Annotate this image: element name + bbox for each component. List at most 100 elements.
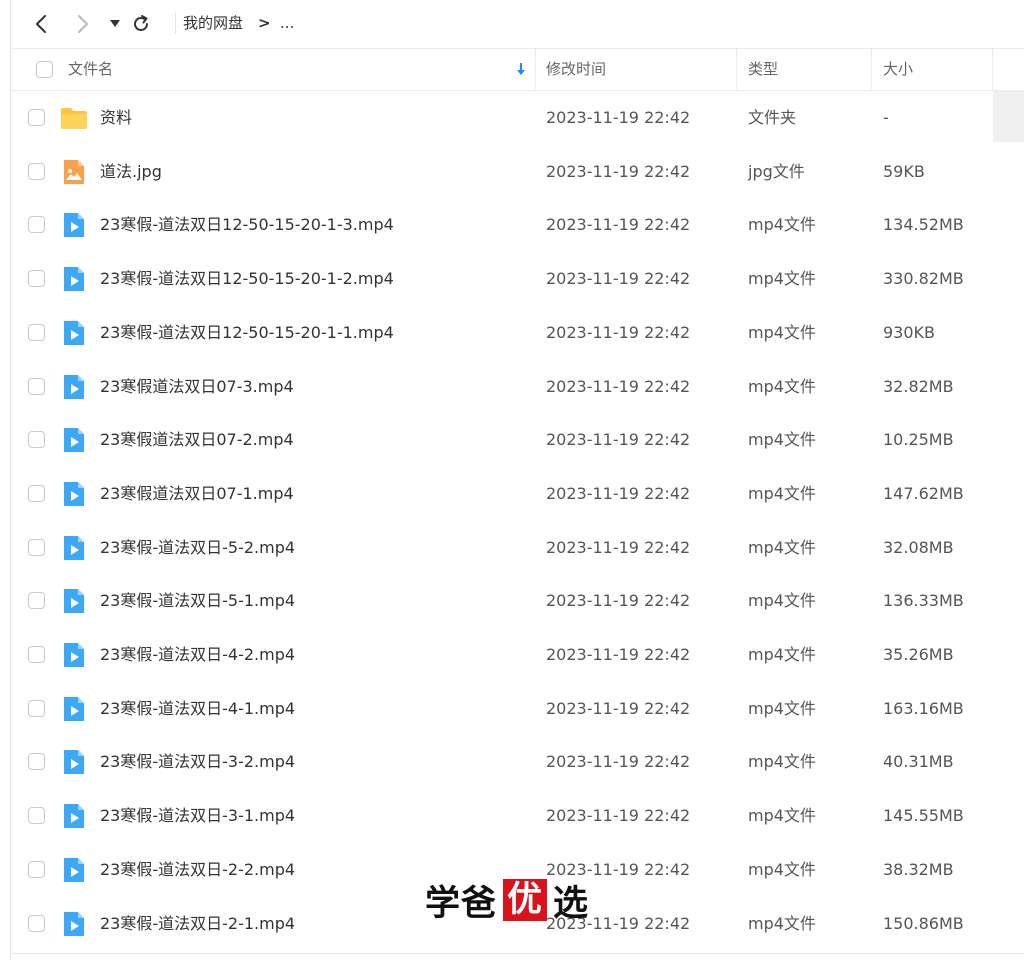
file-row[interactable]: 23寒假-道法双日-5-2.mp4 2023-11-19 22:42 mp4文件… bbox=[11, 521, 1024, 575]
row-checkbox[interactable] bbox=[28, 431, 45, 449]
file-row[interactable]: 23寒假-道法双日12-50-15-20-1-1.mp4 2023-11-19 … bbox=[11, 306, 1024, 360]
file-modified-time: 2023-11-19 22:42 bbox=[546, 537, 691, 557]
caret-down-icon bbox=[110, 20, 120, 27]
video-icon bbox=[60, 695, 88, 723]
file-row[interactable]: 23寒假-道法双日-3-2.mp4 2023-11-19 22:42 mp4文件… bbox=[11, 735, 1024, 789]
watermark-text-highlight: 优 bbox=[503, 879, 548, 921]
row-checkbox[interactable] bbox=[28, 162, 45, 180]
folder-icon bbox=[60, 104, 88, 132]
toolbar-divider bbox=[175, 12, 176, 34]
breadcrumb-more[interactable]: ... bbox=[280, 13, 294, 33]
file-row[interactable]: 23寒假道法双日07-1.mp4 2023-11-19 22:42 mp4文件 … bbox=[11, 467, 1024, 521]
file-row[interactable]: 23寒假-道法双日-5-1.mp4 2023-11-19 22:42 mp4文件… bbox=[11, 574, 1024, 628]
row-checkbox[interactable] bbox=[28, 270, 45, 288]
file-row[interactable]: 23寒假-道法双日12-50-15-20-1-3.mp4 2023-11-19 … bbox=[11, 198, 1024, 252]
row-checkbox[interactable] bbox=[28, 914, 45, 932]
file-modified-time: 2023-11-19 22:42 bbox=[546, 806, 691, 826]
file-modified-time: 2023-11-19 22:42 bbox=[546, 215, 691, 235]
file-size: 134.52MB bbox=[883, 215, 964, 235]
file-name[interactable]: 资料 bbox=[100, 91, 132, 145]
forward-button[interactable] bbox=[71, 12, 95, 36]
image-icon bbox=[60, 158, 88, 186]
column-divider[interactable] bbox=[736, 49, 737, 90]
file-name[interactable]: 道法.jpg bbox=[100, 145, 162, 199]
file-size: 32.08MB bbox=[883, 537, 954, 557]
file-modified-time: 2023-11-19 22:42 bbox=[546, 376, 691, 396]
row-checkbox[interactable] bbox=[28, 377, 45, 395]
file-type: mp4文件 bbox=[748, 806, 816, 826]
file-name[interactable]: 23寒假-道法双日-3-2.mp4 bbox=[100, 735, 295, 789]
row-checkbox[interactable] bbox=[28, 538, 45, 556]
select-all-checkbox[interactable] bbox=[36, 61, 53, 78]
file-row[interactable]: 23寒假-道法双日-3-1.mp4 2023-11-19 22:42 mp4文件… bbox=[11, 789, 1024, 843]
column-header-size[interactable]: 大小 bbox=[883, 49, 913, 90]
file-name[interactable]: 23寒假道法双日07-1.mp4 bbox=[100, 467, 294, 521]
file-row[interactable]: 23寒假道法双日07-2.mp4 2023-11-19 22:42 mp4文件 … bbox=[11, 413, 1024, 467]
row-checkbox[interactable] bbox=[28, 699, 45, 717]
video-icon bbox=[60, 373, 88, 401]
row-checkbox[interactable] bbox=[28, 807, 45, 825]
file-row[interactable]: 23寒假-道法双日12-50-15-20-1-2.mp4 2023-11-19 … bbox=[11, 252, 1024, 306]
file-size: 930KB bbox=[883, 322, 936, 342]
file-name[interactable]: 23寒假-道法双日12-50-15-20-1-2.mp4 bbox=[100, 252, 394, 306]
column-header-modified[interactable]: 修改时间 bbox=[546, 49, 606, 90]
file-type: 文件夹 bbox=[748, 108, 797, 127]
row-checkbox[interactable] bbox=[28, 753, 45, 771]
row-checkbox[interactable] bbox=[28, 592, 45, 610]
watermark-text-1: 学爸 bbox=[425, 883, 498, 924]
file-name[interactable]: 23寒假-道法双日-3-1.mp4 bbox=[100, 789, 295, 843]
file-name[interactable]: 23寒假道法双日07-2.mp4 bbox=[100, 413, 294, 467]
history-dropdown-button[interactable] bbox=[103, 12, 127, 36]
file-size: 150.86MB bbox=[883, 913, 964, 933]
column-divider[interactable] bbox=[992, 49, 993, 90]
back-button[interactable] bbox=[29, 12, 53, 36]
row-checkbox[interactable] bbox=[28, 860, 45, 878]
file-row[interactable]: 23寒假-道法双日-4-2.mp4 2023-11-19 22:42 mp4文件… bbox=[11, 628, 1024, 682]
row-checkbox[interactable] bbox=[28, 484, 45, 502]
chevron-left-icon bbox=[36, 15, 46, 33]
file-name[interactable]: 23寒假-道法双日-5-2.mp4 bbox=[100, 521, 295, 575]
file-row[interactable]: 资料 2023-11-19 22:42 文件夹 - bbox=[11, 91, 1024, 145]
file-row[interactable]: 23寒假-道法双日-4-1.mp4 2023-11-19 22:42 mp4文件… bbox=[11, 682, 1024, 736]
file-name[interactable]: 23寒假-道法双日-5-1.mp4 bbox=[100, 574, 295, 628]
file-size: 38.32MB bbox=[883, 859, 954, 879]
row-checkbox[interactable] bbox=[28, 216, 45, 234]
breadcrumb-root[interactable]: 我的网盘 bbox=[183, 13, 243, 33]
file-size: - bbox=[883, 108, 889, 127]
file-modified-time: 2023-11-19 22:42 bbox=[546, 161, 691, 181]
file-name[interactable]: 23寒假-道法双日-4-1.mp4 bbox=[100, 682, 295, 736]
refresh-button[interactable] bbox=[129, 12, 153, 36]
row-checkbox[interactable] bbox=[28, 109, 45, 126]
file-type: mp4文件 bbox=[748, 269, 816, 289]
file-name[interactable]: 23寒假-道法双日-2-2.mp4 bbox=[100, 843, 295, 897]
column-divider[interactable] bbox=[871, 49, 872, 90]
column-divider[interactable] bbox=[535, 49, 536, 90]
file-name[interactable]: 23寒假-道法双日-2-1.mp4 bbox=[100, 897, 295, 951]
file-name[interactable]: 23寒假道法双日07-3.mp4 bbox=[100, 360, 294, 414]
column-header-type[interactable]: 类型 bbox=[748, 49, 778, 90]
row-checkbox[interactable] bbox=[28, 323, 45, 341]
file-row[interactable]: 道法.jpg 2023-11-19 22:42 jpg文件 59KB bbox=[11, 145, 1024, 199]
file-name[interactable]: 23寒假-道法双日12-50-15-20-1-1.mp4 bbox=[100, 306, 394, 360]
video-icon bbox=[60, 587, 88, 615]
file-type: mp4文件 bbox=[748, 859, 816, 879]
breadcrumb-separator: > bbox=[258, 14, 271, 32]
column-header-name[interactable]: 文件名 bbox=[68, 49, 113, 90]
sort-down-arrow-icon[interactable] bbox=[516, 63, 526, 77]
file-row[interactable]: 23寒假道法双日07-3.mp4 2023-11-19 22:42 mp4文件 … bbox=[11, 360, 1024, 414]
file-size: 136.33MB bbox=[883, 591, 964, 611]
file-name[interactable]: 23寒假-道法双日-4-2.mp4 bbox=[100, 628, 295, 682]
video-icon bbox=[60, 265, 88, 293]
file-size: 35.26MB bbox=[883, 645, 954, 664]
row-checkbox[interactable] bbox=[28, 646, 45, 663]
file-modified-time: 2023-11-19 22:42 bbox=[546, 483, 691, 503]
file-size: 147.62MB bbox=[883, 483, 964, 503]
file-size: 163.16MB bbox=[883, 698, 964, 718]
video-icon bbox=[60, 748, 88, 776]
file-type: mp4文件 bbox=[748, 645, 816, 664]
file-list-header: 文件名 修改时间 类型 大小 bbox=[11, 49, 1024, 91]
video-icon bbox=[60, 910, 88, 938]
file-name[interactable]: 23寒假-道法双日12-50-15-20-1-3.mp4 bbox=[100, 198, 394, 252]
file-size: 145.55MB bbox=[883, 806, 964, 826]
file-size: 59KB bbox=[883, 161, 925, 181]
